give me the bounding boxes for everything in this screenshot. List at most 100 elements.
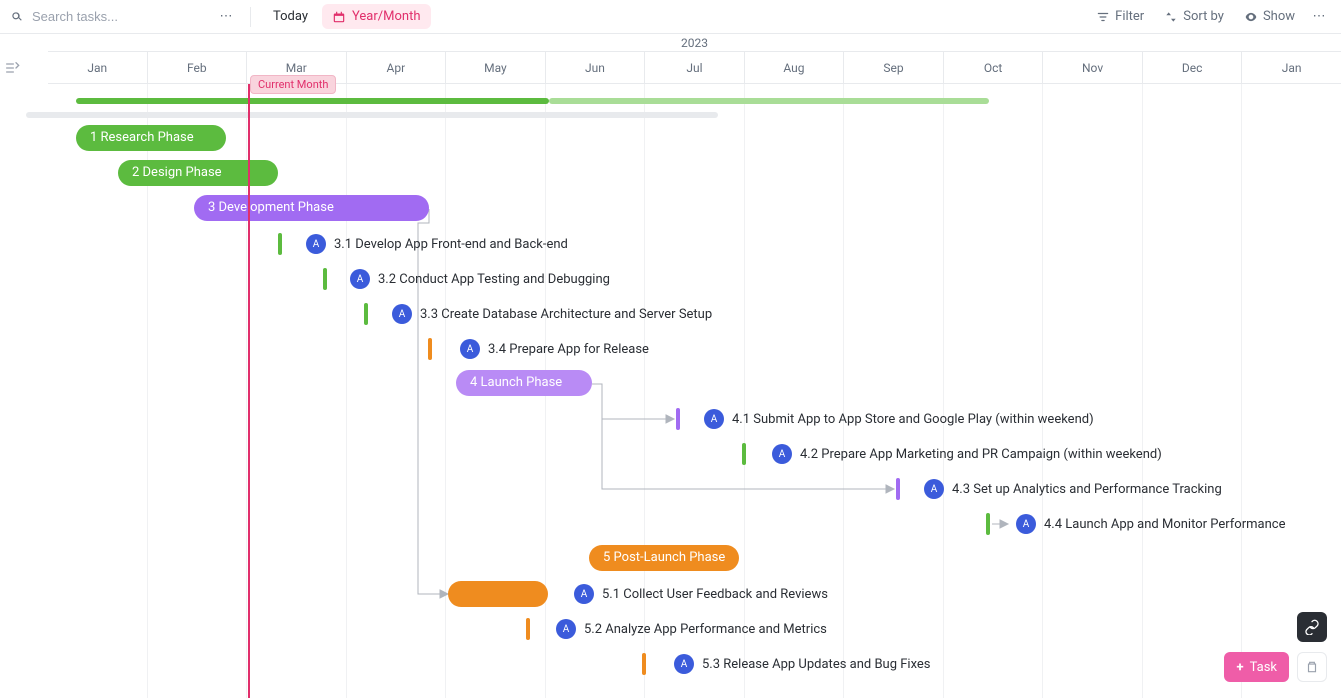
- month-header: Feb: [147, 52, 247, 83]
- task-label: 3.2 Conduct App Testing and Debugging: [378, 272, 610, 287]
- gantt-row: [48, 90, 1341, 125]
- new-task-label: Task: [1250, 660, 1277, 675]
- avatar: A: [1016, 514, 1036, 534]
- task-label: 5.3 Release App Updates and Bug Fixes: [702, 657, 931, 672]
- filter-label: Filter: [1115, 9, 1144, 24]
- filter-button[interactable]: Filter: [1088, 9, 1152, 24]
- task[interactable]: A 4.2 Prepare App Marketing and PR Campai…: [772, 440, 1162, 468]
- gantt-row: A 4.2 Prepare App Marketing and PR Campai…: [48, 440, 1341, 475]
- phase-pill[interactable]: 5 Post-Launch Phase: [589, 545, 739, 571]
- task[interactable]: A3.1 Develop App Front-end and Back-end: [306, 230, 568, 258]
- task[interactable]: A 5.3 Release App Updates and Bug Fixes: [674, 650, 931, 678]
- show-label: Show: [1263, 9, 1295, 24]
- current-month-flag: Current Month: [250, 75, 336, 94]
- gantt-row: 1 Research Phase: [48, 125, 1341, 160]
- eye-icon: [1244, 10, 1258, 24]
- task-label: 4.3 Set up Analytics and Performance Tra…: [952, 482, 1222, 497]
- month-header: Jan: [48, 52, 147, 83]
- task-label: 4.4 Launch App and Monitor Performance: [1044, 517, 1285, 532]
- task[interactable]: A 3.2 Conduct App Testing and Debugging: [350, 265, 610, 293]
- fab-row: + Task: [1224, 652, 1327, 682]
- chevron-right-icon: [4, 60, 20, 76]
- gantt-row: A 4.1 Submit App to App Store and Google …: [48, 405, 1341, 440]
- task-tick[interactable]: [428, 338, 432, 360]
- timeline: 2023 JanFebMarAprMayJunJulAugSepOctNovDe…: [0, 34, 1341, 698]
- gantt-row: A3.1 Develop App Front-end and Back-end: [48, 230, 1341, 265]
- task[interactable]: A 4.3 Set up Analytics and Performance Tr…: [924, 475, 1222, 503]
- timeline-grid: 2023 JanFebMarAprMayJunJulAugSepOctNovDe…: [48, 34, 1341, 698]
- month-header: Sep: [843, 52, 943, 83]
- phase-pill[interactable]: 3 Development Phase: [194, 195, 429, 221]
- task-tick[interactable]: [323, 268, 327, 290]
- gantt-row: 4 Launch Phase: [48, 370, 1341, 405]
- sort-button[interactable]: Sort by: [1156, 9, 1232, 24]
- avatar: A: [350, 269, 370, 289]
- toolbar-overflow-button[interactable]: ⋯: [1307, 5, 1331, 29]
- gantt-row: 3 Development Phase: [48, 195, 1341, 230]
- avatar: A: [574, 584, 594, 604]
- task-tick[interactable]: [676, 408, 680, 430]
- filter-icon: [1096, 10, 1110, 24]
- task[interactable]: A 4.4 Launch App and Monitor Performance: [1016, 510, 1285, 538]
- task-label: 3.3 Create Database Architecture and Ser…: [420, 307, 712, 322]
- gantt-row: A5.1 Collect User Feedback and Reviews: [48, 580, 1341, 615]
- task-tick[interactable]: [986, 513, 990, 535]
- avatar: A: [674, 654, 694, 674]
- calendar-icon: [332, 10, 346, 24]
- avatar: A: [924, 479, 944, 499]
- task-tick[interactable]: [526, 618, 530, 640]
- task[interactable]: A 4.1 Submit App to App Store and Google …: [704, 405, 1094, 433]
- phase-pill[interactable]: 4 Launch Phase: [456, 370, 592, 396]
- link-icon: [1304, 619, 1320, 635]
- gantt-row: 2 Design Phase: [48, 160, 1341, 195]
- task-label: 4.1 Submit App to App Store and Google P…: [732, 412, 1094, 427]
- gantt-row: A 5.2 Analyze App Performance and Metrics: [48, 615, 1341, 650]
- scale-selector[interactable]: Year/Month: [322, 4, 431, 29]
- gantt-row: A 4.4 Launch App and Monitor Performance: [48, 510, 1341, 545]
- month-header: Nov: [1042, 52, 1142, 83]
- avatar: A: [306, 234, 326, 254]
- task[interactable]: A 5.2 Analyze App Performance and Metrics: [556, 615, 827, 643]
- phase-pill[interactable]: 2 Design Phase: [118, 160, 278, 186]
- task-tick[interactable]: [364, 303, 368, 325]
- current-month-marker: Current Month: [248, 84, 250, 698]
- month-header: Oct: [943, 52, 1043, 83]
- gantt-row: A 4.3 Set up Analytics and Performance Tr…: [48, 475, 1341, 510]
- gantt-row: A 3.4 Prepare App for Release: [48, 335, 1341, 370]
- task[interactable]: A5.1 Collect User Feedback and Reviews: [574, 580, 828, 608]
- gantt-row: A 5.3 Release App Updates and Bug Fixes: [48, 650, 1341, 685]
- months-row: JanFebMarAprMayJunJulAugSepOctNovDecJan: [48, 52, 1341, 84]
- task-label: 4.2 Prepare App Marketing and PR Campaig…: [800, 447, 1162, 462]
- year-label: 2023: [48, 34, 1341, 52]
- search-icon: [10, 10, 24, 24]
- search-wrap: [10, 8, 210, 25]
- phase-pill[interactable]: 1 Research Phase: [76, 125, 226, 151]
- avatar: A: [772, 444, 792, 464]
- task-tick[interactable]: [278, 233, 282, 255]
- gantt-row: A 3.2 Conduct App Testing and Debugging: [48, 265, 1341, 300]
- task[interactable]: A3.3 Create Database Architecture and Se…: [392, 300, 712, 328]
- month-header: Aug: [744, 52, 844, 83]
- avatar: A: [704, 409, 724, 429]
- new-task-fab[interactable]: + Task: [1224, 652, 1289, 682]
- avatar: A: [460, 339, 480, 359]
- task-label: 3.4 Prepare App for Release: [488, 342, 649, 357]
- task-tick[interactable]: [642, 653, 646, 675]
- expand-sidebar-handle[interactable]: [0, 56, 24, 80]
- task[interactable]: A 3.4 Prepare App for Release: [460, 335, 649, 363]
- template-fab[interactable]: [1297, 652, 1327, 682]
- task-bar[interactable]: [448, 581, 548, 607]
- show-button[interactable]: Show: [1236, 9, 1303, 24]
- clipboard-icon: [1305, 660, 1319, 674]
- link-fab[interactable]: [1297, 612, 1327, 642]
- progress-ghost: [26, 112, 718, 118]
- toolbar-more-button[interactable]: ⋯: [214, 5, 238, 29]
- search-input[interactable]: [30, 8, 190, 25]
- task-tick[interactable]: [742, 443, 746, 465]
- avatar: A: [556, 619, 576, 639]
- task-label: 5.2 Analyze App Performance and Metrics: [584, 622, 827, 637]
- task-tick[interactable]: [896, 478, 900, 500]
- today-button[interactable]: Today: [263, 9, 318, 24]
- progress-remaining: [549, 98, 989, 104]
- plus-icon: +: [1236, 660, 1243, 675]
